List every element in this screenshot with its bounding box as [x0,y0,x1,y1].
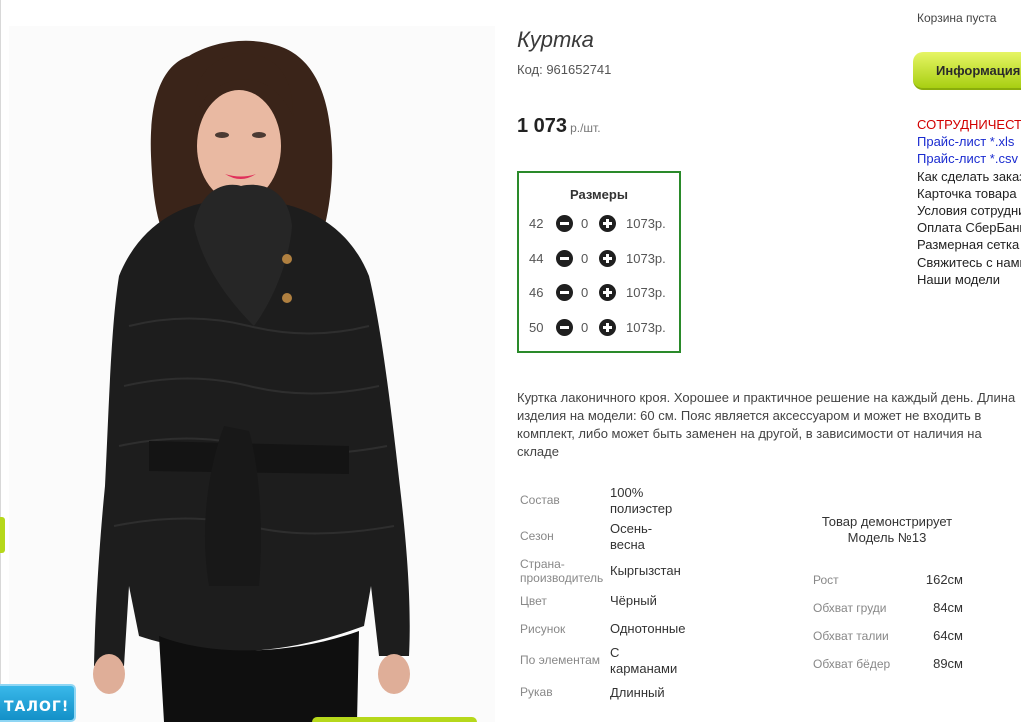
attr-label: По элементам [520,653,601,667]
size-price: 1073р. [626,251,666,266]
plus-icon[interactable] [599,215,616,232]
model-title: Товар демонстрирует Модель №13 [821,514,953,545]
cart-status[interactable]: Корзина пуста [917,11,996,25]
attr-label: Состав [520,493,560,507]
product-photo[interactable] [9,26,495,722]
model-param-label: Обхват груди [813,601,887,615]
attr-label: Страна-производитель [520,557,604,585]
model-param-label: Рост [813,573,839,587]
sidebar-link-size-chart[interactable]: Размерная сетка [917,236,1021,253]
quantity: 0 [581,320,589,335]
left-border [0,0,1,722]
attr-label: Сезон [520,529,554,543]
catalog-badge[interactable]: ТАЛОГ! [0,684,76,722]
plus-icon[interactable] [599,319,616,336]
model-param-value: 162см [925,572,963,587]
minus-icon[interactable] [556,215,573,232]
sidebar-link-price-csv[interactable]: Прайс-лист *.csv [917,150,1021,167]
size-number: 50 [529,320,544,335]
sidebar-link-contact[interactable]: Свяжитесь с нами [917,254,1021,271]
model-param-label: Обхват бёдер [813,657,891,671]
info-button[interactable]: Информация [913,52,1021,90]
size-row-42: 42 0 1073р. [519,214,679,234]
model-param-value: 84см [933,600,963,615]
attr-value: Чёрный [610,593,657,608]
size-price: 1073р. [626,320,666,335]
sidebar-link-terms[interactable]: Условия сотрудничества [917,202,1021,219]
sizes-box: Размеры 42 0 1073р. 44 0 1073р. 46 0 107… [517,171,681,353]
attr-label: Цвет [520,594,547,608]
price-value: 1 073 [517,115,568,137]
product-price: 1 073 р./шт. [517,115,601,138]
size-number: 44 [529,251,544,266]
minus-icon[interactable] [556,284,573,301]
attr-value: С карманами [610,645,678,676]
product-description: Куртка лаконичного кроя. Хорошее и практ… [517,390,1016,459]
size-number: 46 [529,285,544,300]
size-row-46: 46 0 1073р. [519,283,679,303]
plus-icon[interactable] [599,250,616,267]
sidebar-link-sberbank[interactable]: Оплата СберБанк [917,219,1021,236]
size-price: 1073р. [626,285,666,300]
model-param-label: Обхват талии [813,629,889,643]
plus-icon[interactable] [599,284,616,301]
minus-icon[interactable] [556,250,573,267]
jacket-model-image [93,40,410,722]
product-sku: Код: 961652741 [517,62,612,77]
model-param-value: 89см [933,656,963,671]
quantity: 0 [581,216,589,231]
quantity: 0 [581,285,589,300]
sidebar-link-price-xls[interactable]: Прайс-лист *.xls [917,133,1021,150]
minus-icon[interactable] [556,319,573,336]
attr-value: 100% полиэстер [610,485,673,516]
sizes-title: Размеры [570,187,628,202]
price-unit: р./шт. [570,121,601,135]
sidebar-link-cooperation[interactable]: СОТРУДНИЧЕСТВО [917,116,1021,133]
size-row-50: 50 0 1073р. [519,318,679,338]
attr-value: Длинный [610,685,665,700]
size-number: 42 [529,216,544,231]
sidebar-link-how-to-order[interactable]: Как сделать заказ [917,168,1021,185]
sidebar-link-models[interactable]: Наши модели [917,271,1021,288]
attr-label: Рукав [520,685,553,699]
quantity: 0 [581,251,589,266]
attr-value: Кыргызстан [610,563,681,578]
size-price: 1073р. [626,216,666,231]
size-row-44: 44 0 1073р. [519,249,679,269]
sidebar-links: СОТРУДНИЧЕСТВО Прайс-лист *.xls Прайс-ли… [917,116,1021,288]
product-title: Куртка [517,27,594,52]
bottom-green-button[interactable] [312,717,477,722]
left-menu-tab[interactable] [0,517,5,553]
sidebar-link-product-card[interactable]: Карточка товара [917,185,1021,202]
attr-value: Однотонные [610,621,686,636]
attr-label: Рисунок [520,622,566,636]
attr-value: Осень-весна [610,521,653,552]
model-param-value: 64см [933,628,963,643]
